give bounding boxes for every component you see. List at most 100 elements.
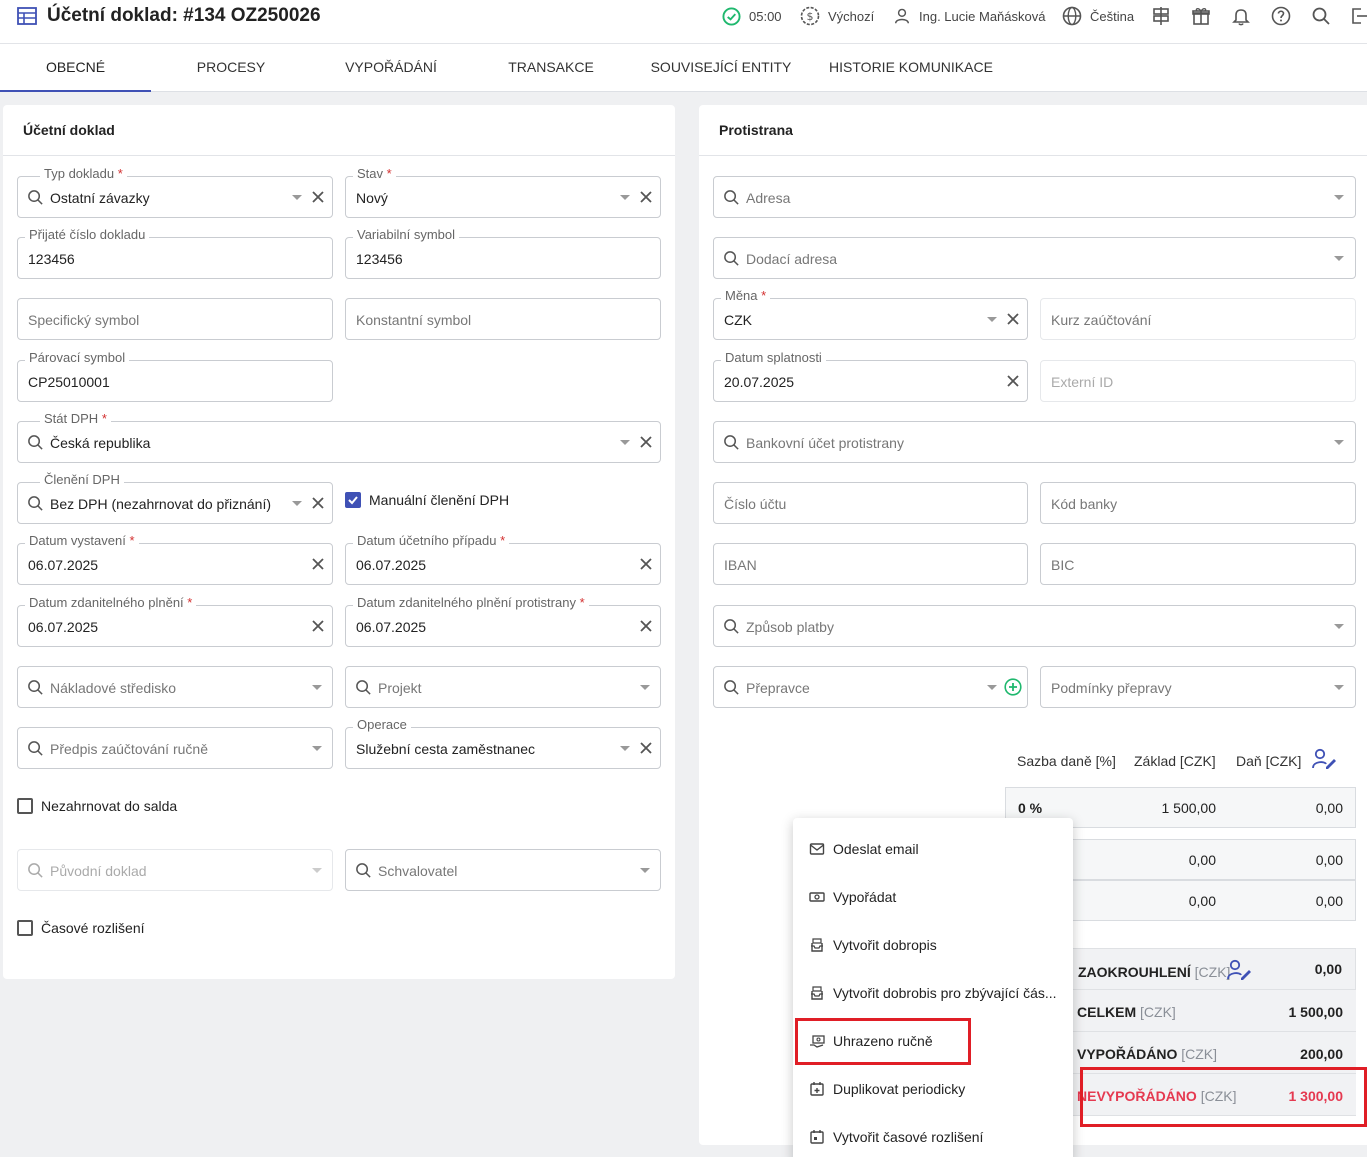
field-placeholder: Externí ID xyxy=(1051,374,1114,390)
tab-historie-komunikace[interactable]: HISTORIE KOMUNIKACE xyxy=(826,44,996,92)
close-icon[interactable] xyxy=(310,495,326,511)
external-id-input[interactable]: Externí ID xyxy=(1040,360,1356,402)
chevron-down-icon[interactable] xyxy=(1334,685,1344,690)
close-icon[interactable] xyxy=(638,434,654,450)
chevron-down-icon[interactable] xyxy=(620,195,630,200)
chevron-down-icon[interactable] xyxy=(987,317,997,322)
user-edit-icon[interactable] xyxy=(1311,748,1337,770)
bic-input[interactable]: BIC xyxy=(1040,543,1356,585)
variable-symbol-input[interactable]: Variabilní symbol 123456 xyxy=(345,227,661,279)
add-circle-icon[interactable] xyxy=(1004,678,1022,696)
checkbox-unchecked[interactable] xyxy=(17,920,33,936)
logout-icon[interactable] xyxy=(1351,6,1367,26)
divider xyxy=(3,155,675,156)
exclude-from-balance-checkbox[interactable]: Nezahrnovat do salda xyxy=(17,798,177,814)
exchange-rate-input[interactable]: Kurz zaúčtování xyxy=(1040,298,1356,340)
vat-classification-select[interactable]: Členění DPH Bez DPH (nezahrnovat do přiz… xyxy=(17,472,333,524)
signpost-icon[interactable] xyxy=(1151,6,1171,26)
menu-item-create-credit-note-remaining[interactable]: Vytvořit dobrobis pro zbývající čás... xyxy=(793,969,1073,1017)
tab-souvisejici-entity[interactable]: SOUVISEJÍCÍ ENTITY xyxy=(648,44,794,92)
due-date-input[interactable]: Datum splatnosti 20.07.2025 xyxy=(713,350,1028,402)
search-icon xyxy=(724,680,739,695)
chevron-down-icon[interactable] xyxy=(640,868,650,873)
time-allocation-checkbox[interactable]: Časové rozlišení xyxy=(17,920,145,936)
checkbox-unchecked[interactable] xyxy=(17,798,33,814)
tab-obecne[interactable]: OBECNÉ xyxy=(0,44,151,92)
posting-rule-select[interactable]: Předpis zaúčtování ručně xyxy=(17,727,333,769)
chevron-down-icon[interactable] xyxy=(312,868,322,873)
menu-item-create-time-allocation[interactable]: Vytvořit časové rozlišení xyxy=(793,1113,1073,1157)
close-icon[interactable] xyxy=(638,189,654,205)
transport-terms-select[interactable]: Podmínky přepravy xyxy=(1040,666,1356,708)
divider xyxy=(699,155,1367,156)
chevron-down-icon[interactable] xyxy=(292,195,302,200)
counterparty-taxable-date-input[interactable]: Datum zdanitelného plnění protistrany * … xyxy=(345,595,661,647)
close-icon[interactable] xyxy=(1005,311,1021,327)
carrier-select[interactable]: Přepravce xyxy=(713,666,1028,708)
manual-vat-checkbox[interactable]: Manuální členění DPH xyxy=(345,492,509,508)
address-select[interactable]: Adresa xyxy=(713,176,1356,218)
approver-select[interactable]: Schvalovatel xyxy=(345,849,661,891)
currency-select[interactable]: Měna * CZK xyxy=(713,288,1028,340)
chevron-down-icon[interactable] xyxy=(292,501,302,506)
tab-vyporadani[interactable]: VYPOŘÁDÁNÍ xyxy=(330,44,452,92)
checkbox-checked[interactable] xyxy=(345,492,361,508)
chevron-down-icon[interactable] xyxy=(312,746,322,751)
close-icon[interactable] xyxy=(1005,373,1021,389)
chevron-down-icon[interactable] xyxy=(1334,624,1344,629)
close-icon[interactable] xyxy=(638,556,654,572)
taxable-date-input[interactable]: Datum zdanitelného plnění * 06.07.2025 xyxy=(17,595,333,647)
language-selector[interactable]: Čeština xyxy=(1062,6,1134,26)
help-icon[interactable] xyxy=(1271,6,1291,26)
chevron-down-icon[interactable] xyxy=(1334,256,1344,261)
close-icon[interactable] xyxy=(310,618,326,634)
tab-procesy[interactable]: PROCESY xyxy=(170,44,292,92)
constant-symbol-input[interactable]: Konstantní symbol xyxy=(345,298,661,340)
close-icon[interactable] xyxy=(310,189,326,205)
chevron-down-icon[interactable] xyxy=(620,440,630,445)
status-select[interactable]: Stav * Nový xyxy=(345,166,661,218)
accounting-case-date-input[interactable]: Datum účetního případu * 06.07.2025 xyxy=(345,533,661,585)
operation-select[interactable]: Operace Služební cesta zaměstnanec xyxy=(345,717,661,769)
menu-item-duplicate-periodically[interactable]: Duplikovat periodicky xyxy=(793,1065,1073,1113)
time-indicator[interactable]: 05:00 xyxy=(722,6,782,26)
delivery-address-select[interactable]: Dodací adresa xyxy=(713,237,1356,279)
tab-transakce[interactable]: TRANSAKCE xyxy=(490,44,612,92)
user-edit-icon[interactable] xyxy=(1226,959,1252,981)
project-select[interactable]: Projekt xyxy=(345,666,661,708)
vat-country-select[interactable]: Stát DPH * Česká republika xyxy=(17,411,661,463)
iban-input[interactable]: IBAN xyxy=(713,543,1028,585)
user-menu[interactable]: Ing. Lucie Maňásková xyxy=(893,6,1045,26)
field-value: 123456 xyxy=(356,251,403,267)
payment-method-select[interactable]: Způsob platby xyxy=(713,605,1356,647)
chevron-down-icon[interactable] xyxy=(640,685,650,690)
close-icon[interactable] xyxy=(638,618,654,634)
pairing-symbol-input[interactable]: Párovací symbol CP25010001 xyxy=(17,350,333,402)
chevron-down-icon[interactable] xyxy=(620,746,630,751)
menu-item-create-credit-note[interactable]: Vytvořit dobropis xyxy=(793,921,1073,969)
search-icon[interactable] xyxy=(1311,6,1331,26)
chevron-down-icon[interactable] xyxy=(987,685,997,690)
menu-item-send-email[interactable]: Odeslat email xyxy=(793,825,1073,873)
gift-icon[interactable] xyxy=(1191,6,1211,26)
close-icon[interactable] xyxy=(638,740,654,756)
document-type-select[interactable]: Typ dokladu * Ostatní závazky xyxy=(17,166,333,218)
specific-symbol-input[interactable]: Specifický symbol xyxy=(17,298,333,340)
search-icon xyxy=(356,680,371,695)
received-number-input[interactable]: Přijaté číslo dokladu 123456 xyxy=(17,227,333,279)
close-icon[interactable] xyxy=(310,556,326,572)
chevron-down-icon[interactable] xyxy=(312,685,322,690)
chevron-down-icon[interactable] xyxy=(1334,440,1344,445)
bell-icon[interactable] xyxy=(1231,6,1251,26)
issue-date-input[interactable]: Datum vystavení * 06.07.2025 xyxy=(17,533,333,585)
bank-account-select[interactable]: Bankovní účet protistrany xyxy=(713,421,1356,463)
account-number-input[interactable]: Číslo účtu xyxy=(713,482,1028,524)
original-document-select[interactable]: Původní doklad xyxy=(17,849,333,891)
field-placeholder: Přepravce xyxy=(746,680,810,696)
bank-code-input[interactable]: Kód banky xyxy=(1040,482,1356,524)
chevron-down-icon[interactable] xyxy=(1334,195,1344,200)
cost-center-select[interactable]: Nákladové středisko xyxy=(17,666,333,708)
profile-selector[interactable]: $ Výchozí xyxy=(800,6,874,26)
menu-item-paid-manually[interactable]: Uhrazeno ručně xyxy=(793,1017,1073,1065)
menu-item-settle[interactable]: Vypořádat xyxy=(793,873,1073,921)
